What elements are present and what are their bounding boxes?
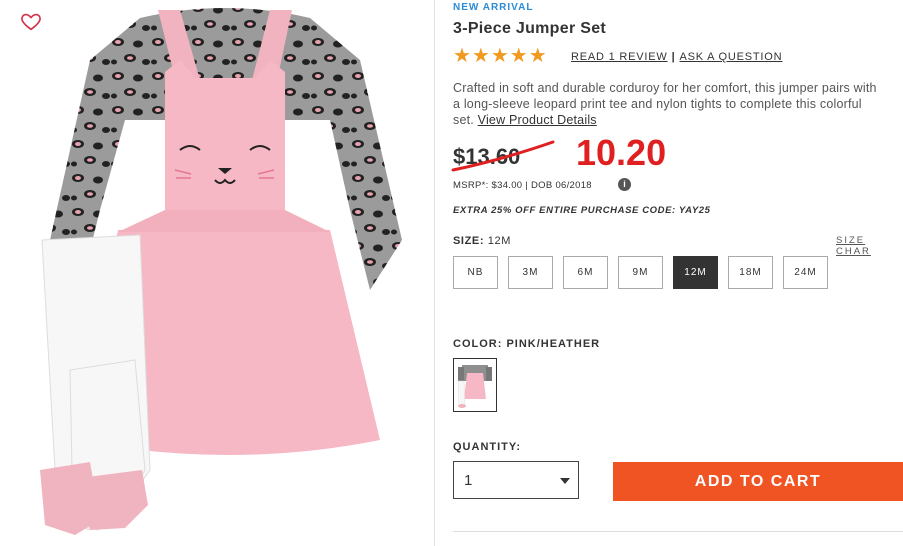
size-option-9m[interactable]: 9M [618,256,663,289]
swatch-thumbnail [457,365,492,408]
view-details-link[interactable]: View Product Details [478,113,597,127]
product-description: Crafted in soft and durable corduroy for… [453,80,883,128]
quantity-label: QUANTITY: [453,441,522,453]
product-title: 3-Piece Jumper Set [453,20,607,37]
size-options: NB 3M 6M 9M 12M 18M 24M [453,256,828,289]
size-option-nb[interactable]: NB [453,256,498,289]
color-label: COLOR: PINK/HEATHER [453,338,601,350]
price-row: $13.60 10.20 [451,132,883,176]
add-to-cart-button[interactable]: ADD TO CART [613,462,903,501]
color-swatch-pink-heather[interactable] [453,358,497,412]
size-option-24m[interactable]: 24M [783,256,828,289]
selected-size: 12M [487,235,511,247]
ask-question-link[interactable]: ASK A QUESTION [679,51,782,63]
review-links: READ 1 REVIEW | ASK A QUESTION [571,51,782,63]
size-option-18m[interactable]: 18M [728,256,773,289]
size-option-3m[interactable]: 3M [508,256,553,289]
rating-stars[interactable]: ★★★★★ [453,46,548,66]
info-icon[interactable]: i [618,178,631,191]
size-label-title: SIZE: [453,235,485,247]
section-divider [453,531,903,532]
chevron-down-icon [560,478,570,484]
sale-price: 10.20 [576,132,667,173]
size-option-6m[interactable]: 6M [563,256,608,289]
price-strikethrough-mark [451,140,555,172]
promo-text: EXTRA 25% OFF ENTIRE PURCHASE CODE: YAY2… [453,205,711,216]
msrp-text: MSRP*: $34.00 | DOB 06/2018 [453,180,592,191]
quantity-value: 1 [464,471,473,489]
product-info-panel: NEW ARRIVAL 3-Piece Jumper Set ★★★★★ REA… [451,0,903,546]
size-label: SIZE: 12M [453,235,511,247]
size-chart-link[interactable]: SIZE CHAR [836,235,903,257]
new-arrival-badge: NEW ARRIVAL [453,2,534,13]
read-reviews-link[interactable]: READ 1 REVIEW [571,51,668,63]
product-photo [40,8,402,535]
link-separator: | [671,51,676,63]
panel-divider [434,0,435,546]
quantity-select[interactable]: 1 [453,461,579,499]
product-image-panel [0,0,434,546]
size-option-12m[interactable]: 12M [673,256,718,289]
